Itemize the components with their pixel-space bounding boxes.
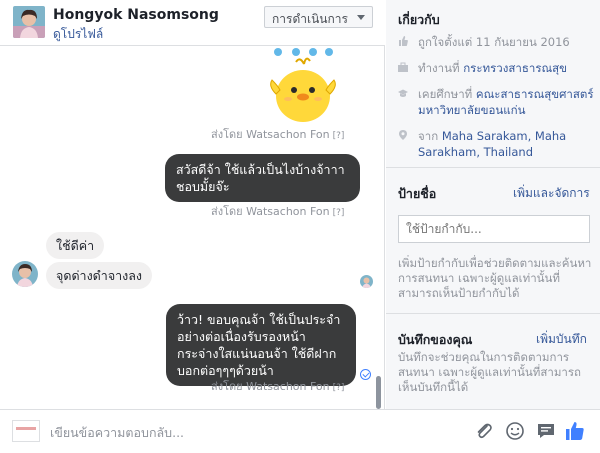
- saved-replies-icon[interactable]: [536, 421, 556, 441]
- conversation-header: Hongyok Nasomsong ดูโปรไฟล์ การดำเนินการ: [0, 0, 385, 46]
- works-at-row: ทำงานที่ กระทรวงสาธารณสุข: [398, 60, 594, 76]
- help-link[interactable]: [?]: [333, 131, 345, 141]
- outgoing-message[interactable]: สวัสดีจ้า ใช้แล้วเป็นไงบ้างจ้าาา ชอบมั้ย…: [165, 154, 360, 202]
- works-prefix: ทำงานที่: [418, 61, 460, 75]
- avatar[interactable]: [13, 6, 45, 38]
- like-icon: [399, 36, 408, 46]
- studied-at-row: เคยศึกษาที่ คณะสาธารณสุขศาสตร์ มหาวิทยาล…: [398, 86, 594, 118]
- about-title: เกี่ยวกับ: [398, 12, 440, 27]
- contact-name[interactable]: Hongyok Nasomsong: [53, 7, 219, 23]
- divider: [386, 313, 600, 314]
- message-meta: ส่งโดย Watsachon Fon [?]: [211, 377, 344, 395]
- incoming-message[interactable]: ใช้ดีค่า: [46, 232, 105, 259]
- page-thumbnail: [12, 420, 40, 442]
- attachment-icon[interactable]: [474, 421, 494, 441]
- divider: [386, 167, 600, 168]
- location-pin-icon: [399, 130, 407, 140]
- manage-labels-link[interactable]: เพิ่มและจัดการ: [513, 184, 590, 203]
- sent-check-icon: [360, 369, 371, 380]
- outgoing-message[interactable]: ว้าว! ขอบคุณจ้า ใช้เป็นประจำอย่างต่อเนื่…: [166, 304, 356, 386]
- reply-composer: [0, 409, 600, 453]
- view-profile-link[interactable]: ดูโปรไฟล์: [53, 25, 103, 44]
- liked-since-row: ถูกใจตั้งแต่ 11 กันยายน 2016: [398, 34, 594, 50]
- actions-label: การดำเนินการ: [272, 12, 348, 26]
- message-thread[interactable]: ส่งโดย Watsachon Fon [?] สวัสดีจ้า ใช้แล้…: [0, 46, 385, 409]
- notes-help-text: บันทึกจะช่วยคุณในการติดตามการสนทนา เฉพาะ…: [398, 350, 582, 394]
- label-input[interactable]: [398, 215, 590, 243]
- incoming-message[interactable]: จุดด่างดำจางลง: [46, 262, 153, 289]
- conversation-pane: Hongyok Nasomsong ดูโปรไฟล์ การดำเนินการ: [0, 0, 385, 453]
- sender-label: ส่งโดย Watsachon Fon: [211, 205, 330, 218]
- actions-dropdown[interactable]: การดำเนินการ: [264, 6, 373, 28]
- from-row: จาก Maha Sarakam, Maha Sarakham, Thailan…: [398, 128, 594, 160]
- message-meta: ส่งโดย Watsachon Fon [?]: [211, 202, 344, 220]
- help-link[interactable]: [?]: [333, 383, 345, 393]
- graduation-cap-icon: [398, 89, 408, 97]
- chick-sticker: [266, 46, 341, 126]
- works-at-link[interactable]: กระทรวงสาธารณสุข: [463, 61, 567, 75]
- studied-prefix: เคยศึกษาที่: [418, 87, 473, 101]
- message-meta: ส่งโดย Watsachon Fon [?]: [211, 125, 344, 143]
- sender-label: ส่งโดย Watsachon Fon: [211, 128, 330, 141]
- seen-avatar: [360, 275, 373, 288]
- briefcase-icon: [398, 62, 408, 72]
- sender-label: ส่งโดย Watsachon Fon: [211, 380, 330, 393]
- notes-title: บันทึกของคุณ: [398, 332, 473, 347]
- caret-down-icon: [357, 15, 365, 20]
- liked-since-text: ถูกใจตั้งแต่ 11 กันยายน 2016: [418, 35, 570, 49]
- labels-help-text: เพิ่มป้ายกำกับเพื่อช่วยติดตามและค้นหาการ…: [398, 256, 592, 300]
- help-link[interactable]: [?]: [333, 208, 345, 218]
- labels-title: ป้ายชื่อ: [398, 186, 437, 201]
- from-place-link[interactable]: Maha Sarakam, Maha Sarakham, Thailand: [418, 129, 566, 159]
- like-thumb-icon[interactable]: [565, 421, 585, 441]
- from-prefix: จาก: [418, 129, 439, 143]
- emoji-icon[interactable]: [505, 421, 525, 441]
- reply-input[interactable]: [50, 422, 350, 442]
- add-note-link[interactable]: เพิ่มบันทึก: [536, 330, 587, 349]
- contact-avatar[interactable]: [12, 261, 38, 287]
- thread-scrollbar[interactable]: [376, 376, 381, 409]
- info-panel: เกี่ยวกับ ถูกใจตั้งแต่ 11 กันยายน 2016 ท…: [386, 0, 600, 409]
